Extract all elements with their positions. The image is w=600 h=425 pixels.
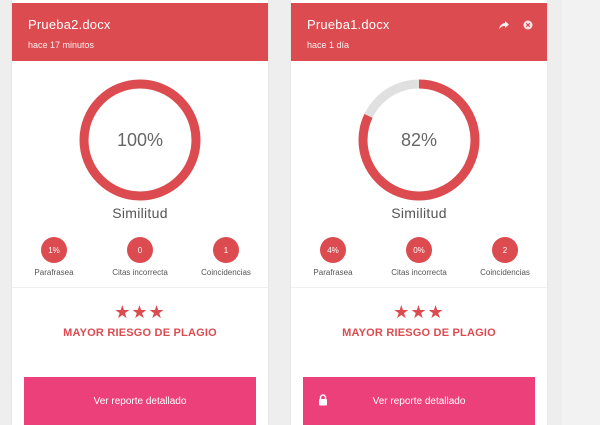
similarity-percent: 82%: [400, 129, 438, 150]
result-card-prueba2: Prueba2.docx hace 17 minutos 100% Simili…: [12, 0, 268, 425]
stat-citas-incorrecta: 0% Citas incorrecta: [377, 237, 461, 277]
divider: [291, 287, 547, 288]
risk-stars: ★★★: [393, 302, 445, 322]
close-icon[interactable]: [521, 18, 535, 32]
lock-icon: [318, 394, 328, 406]
stat-badge: 0%: [406, 237, 432, 263]
stat-label: Parafrasea: [313, 268, 353, 277]
view-report-button[interactable]: Ver reporte detallado: [303, 377, 535, 425]
stat-citas-incorrecta: 0 Citas incorrecta: [98, 237, 182, 277]
risk-label: MAYOR RIESGO DE PLAGIO: [342, 327, 496, 339]
stat-parafrasea: 1% Parafrasea: [12, 237, 96, 277]
stat-label: Coincidencias: [480, 268, 530, 277]
view-report-button[interactable]: Ver reporte detallado: [24, 377, 256, 425]
stat-coincidencias: 2 Coincidencias: [463, 237, 547, 277]
similarity-gauge: 100%: [78, 78, 202, 202]
stat-badge: 2: [492, 237, 518, 263]
risk-stars: ★★★: [114, 302, 166, 322]
similarity-gauge: 82%: [357, 78, 481, 202]
view-report-label: Ver reporte detallado: [93, 395, 187, 407]
divider: [12, 287, 268, 288]
file-name[interactable]: Prueba1.docx: [307, 17, 390, 32]
stat-parafrasea: 4% Parafrasea: [291, 237, 375, 277]
stat-label: Citas incorrecta: [112, 268, 168, 277]
similarity-percent: 100%: [116, 129, 164, 150]
stat-label: Coincidencias: [201, 268, 251, 277]
card-header: Prueba1.docx hace 1 día: [291, 3, 547, 61]
view-report-label: Ver reporte detallado: [372, 395, 466, 407]
card-header: Prueba2.docx hace 17 minutos: [12, 3, 268, 61]
file-time: hace 17 minutos: [28, 40, 95, 50]
stat-label: Parafrasea: [34, 268, 74, 277]
similarity-title: Similitud: [112, 205, 168, 221]
similarity-title: Similitud: [391, 205, 447, 221]
stat-coincidencias: 1 Coincidencias: [184, 237, 268, 277]
file-time: hace 1 día: [307, 40, 350, 50]
stat-badge: 4%: [320, 237, 346, 263]
stat-badge: 0: [127, 237, 153, 263]
share-icon[interactable]: [497, 18, 511, 32]
page-gutter: [562, 0, 600, 425]
stat-label: Citas incorrecta: [391, 268, 447, 277]
risk-label: MAYOR RIESGO DE PLAGIO: [63, 327, 217, 339]
stat-badge: 1: [213, 237, 239, 263]
stat-badge: 1%: [41, 237, 67, 263]
file-name[interactable]: Prueba2.docx: [28, 17, 111, 32]
result-card-prueba1: Prueba1.docx hace 1 día 82% Similitud 4%…: [291, 0, 547, 425]
